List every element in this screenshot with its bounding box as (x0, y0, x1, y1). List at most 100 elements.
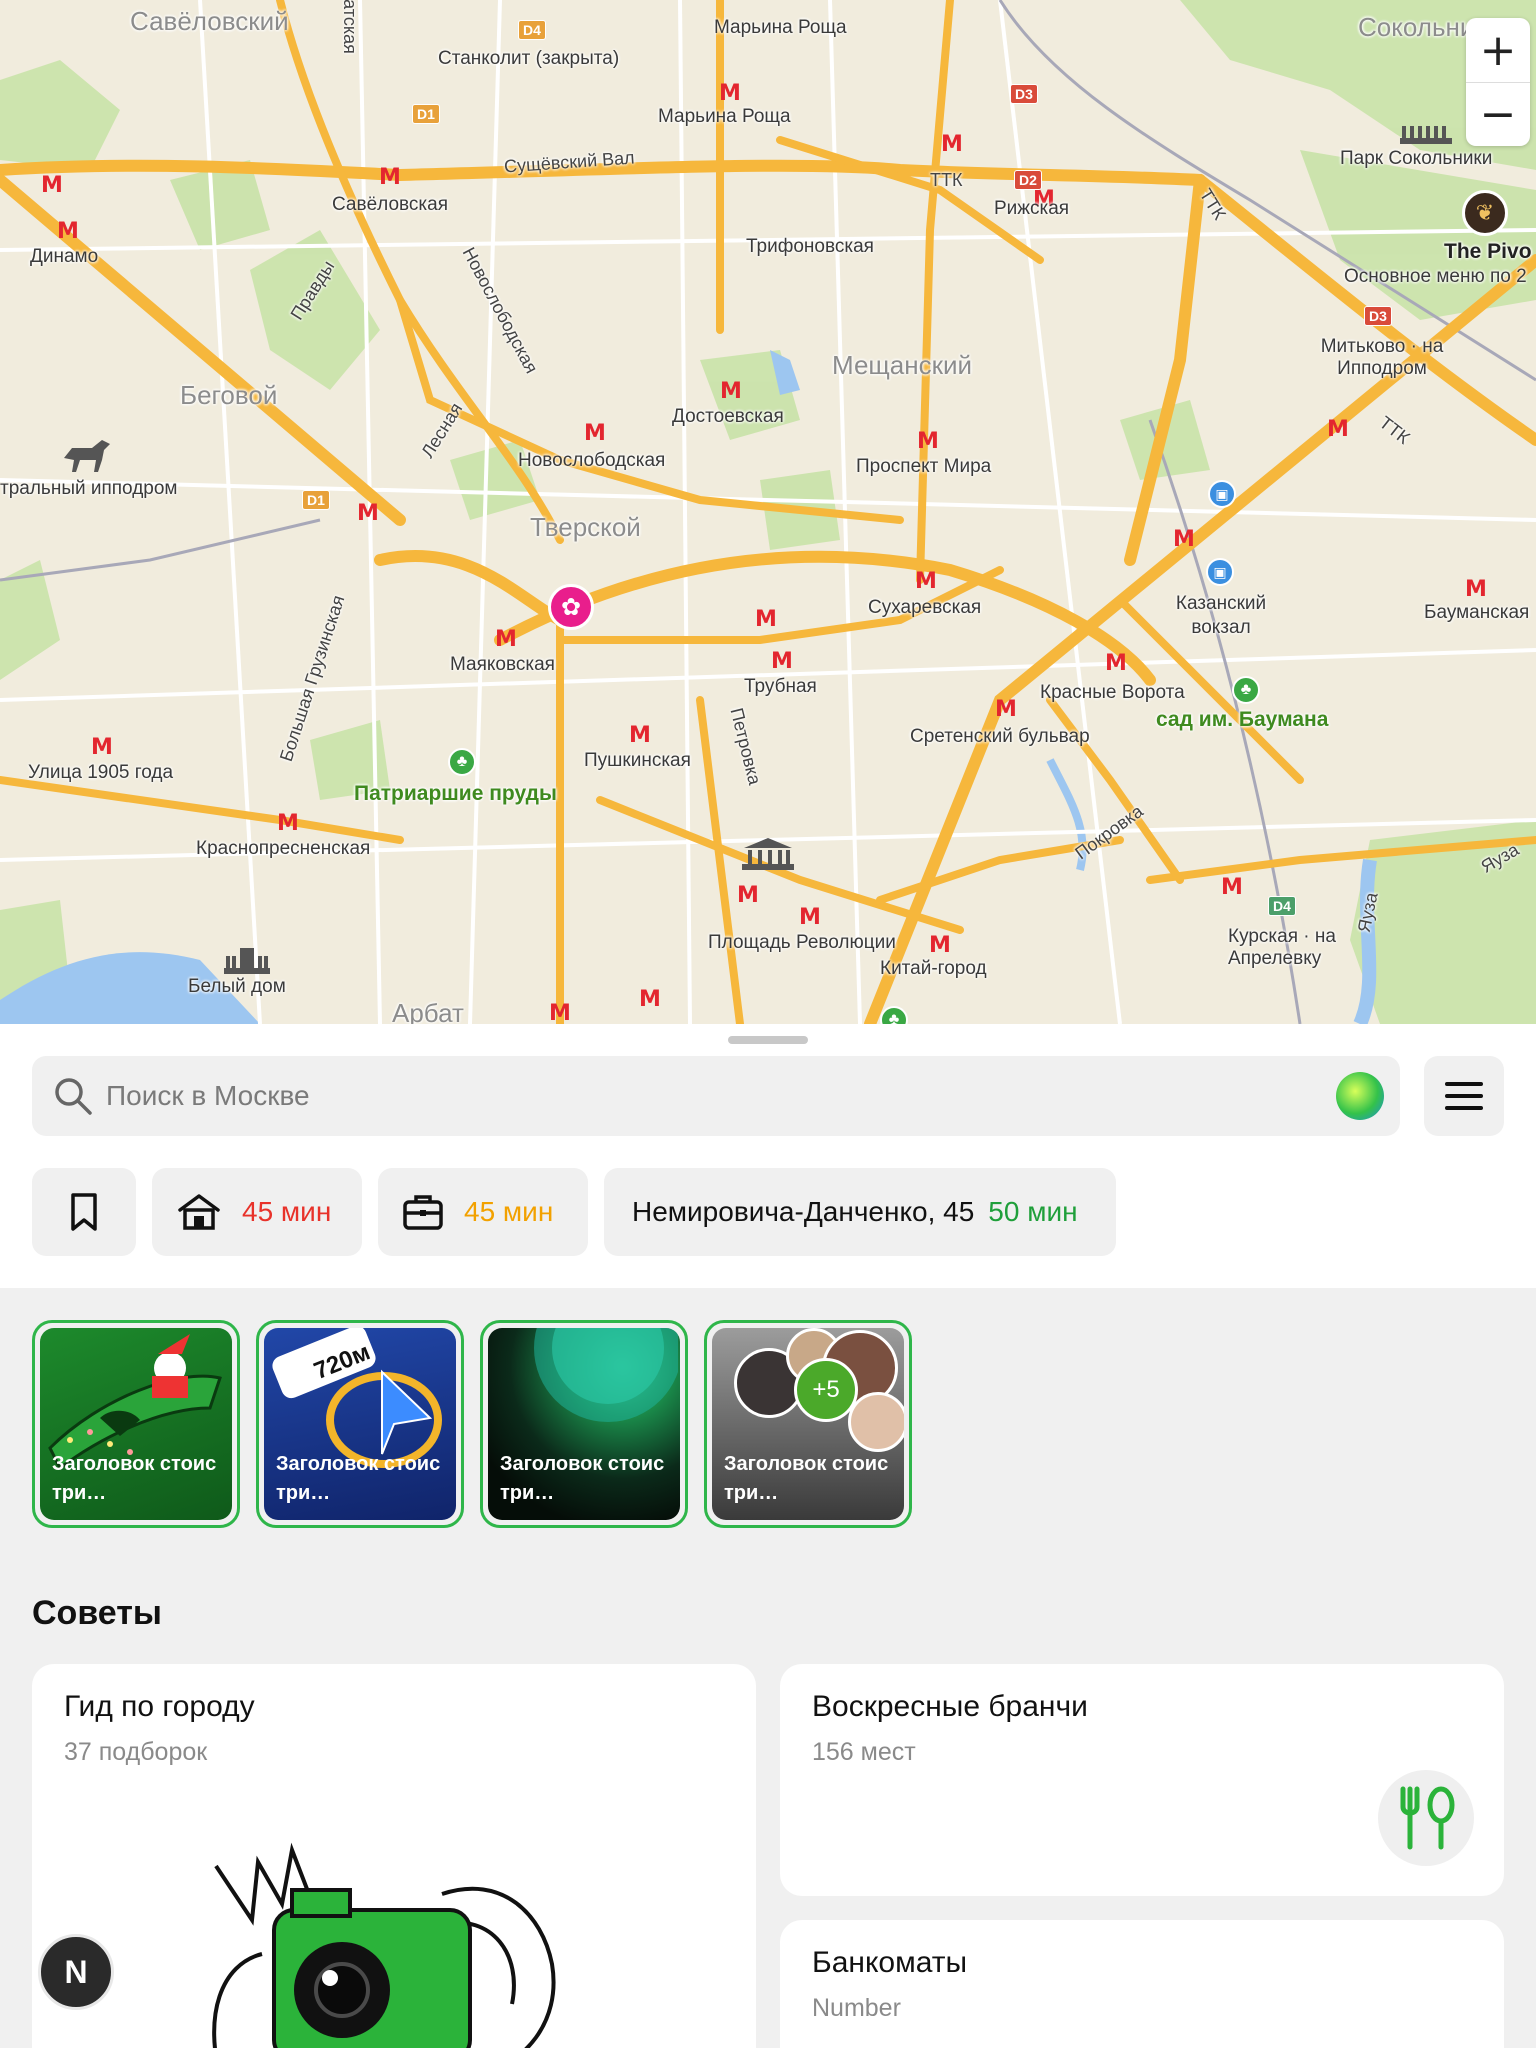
tram-stop-icon[interactable]: ▣ (1208, 480, 1236, 508)
park-label[interactable]: сад им. Баумана (1156, 708, 1328, 732)
atm-card[interactable]: Банкоматы Number (780, 1920, 1504, 2048)
metro-station-label[interactable]: Пушкинская (584, 750, 691, 772)
road-shield: D3 (1364, 306, 1392, 326)
city-guide-card[interactable]: Гид по городу 37 подборок (32, 1664, 756, 2048)
place-label[interactable]: Станколит (закрыта) (438, 48, 619, 70)
metro-icon[interactable]: M (1104, 653, 1128, 675)
metro-station-label[interactable]: Трубная (744, 676, 817, 698)
place-label[interactable]: Белый дом (188, 976, 286, 998)
work-route-chip[interactable]: 45 мин (378, 1168, 588, 1256)
metro-station-label[interactable]: Марьина Роща (658, 106, 791, 128)
tram-stop-icon[interactable]: ▣ (1206, 558, 1234, 586)
metro-station-label[interactable]: Новослободская (518, 450, 665, 472)
metro-station-label[interactable]: Маяковская (450, 654, 555, 676)
metro-station-label[interactable]: Марьина Роща (714, 17, 847, 39)
home-route-chip[interactable]: 45 мин (152, 1168, 362, 1256)
poi-subtitle[interactable]: Основное меню по 2 (1344, 266, 1527, 288)
metro-icon[interactable]: M (916, 431, 940, 453)
metro-icon[interactable]: M (40, 175, 64, 197)
metro-icon[interactable]: M (378, 167, 402, 189)
voice-assistant-icon[interactable] (1336, 1072, 1384, 1120)
metro-station-label[interactable]: Китай-город (880, 958, 987, 980)
metro-icon[interactable]: M (718, 83, 742, 105)
search-icon (55, 1078, 92, 1115)
story-card[interactable]: 720м Заголовок стоис три… (256, 1320, 464, 1528)
story-caption: Заголовок стоис три… (52, 1453, 217, 1504)
metro-icon[interactable]: M (770, 651, 794, 673)
saved-address-time: 50 мин (988, 1196, 1078, 1227)
zoom-in-button[interactable]: + (1466, 18, 1530, 82)
metro-station-label[interactable]: Трифоновская (746, 236, 874, 258)
metro-station-label[interactable]: Сретенский бульвар (910, 726, 1090, 748)
map[interactable]: Савёловский Беговой Тверской Мещанский А… (0, 0, 1536, 1024)
quick-routes: 45 мин 45 мин Немировича-Данченко, 45 50… (32, 1168, 1116, 1256)
metro-icon[interactable]: M (548, 1003, 572, 1025)
metro-station-label[interactable]: Динамо (30, 246, 98, 268)
metro-station-label[interactable]: Сухаревская (868, 597, 981, 619)
sheet-grabber-handle[interactable] (728, 1036, 808, 1044)
metro-station-label[interactable]: Митьково · на Ипподром (1312, 336, 1452, 380)
metro-icon[interactable]: M (754, 609, 778, 631)
park-icon[interactable]: ♣ (448, 748, 476, 776)
metro-station-label[interactable]: Курская · на Апрелевку (1228, 926, 1338, 970)
story-card[interactable]: +5 Заголовок стоис три… (704, 1320, 912, 1528)
bookmarks-chip[interactable] (32, 1168, 136, 1256)
menu-button[interactable] (1424, 1056, 1504, 1136)
saved-address-chip[interactable]: Немировича-Данченко, 45 50 мин (604, 1168, 1116, 1256)
road-shield: D3 (1010, 84, 1038, 104)
metro-icon[interactable]: M (583, 423, 607, 445)
metro-icon[interactable]: M (356, 503, 380, 525)
metro-station-label[interactable]: Рижская (994, 198, 1069, 220)
metro-icon[interactable]: M (940, 134, 964, 156)
metro-icon[interactable]: M (1326, 419, 1350, 441)
metro-icon[interactable]: M (276, 813, 300, 835)
metro-station-label[interactable]: Красные Ворота (1040, 682, 1185, 704)
road-shield: D4 (1268, 896, 1296, 916)
metro-icon[interactable]: M (56, 221, 80, 243)
metro-station-label[interactable]: Бауманская (1424, 602, 1529, 624)
metro-icon[interactable]: M (994, 699, 1018, 721)
metro-station-label[interactable]: Казанский вокзал (1166, 592, 1276, 640)
metro-station-label[interactable]: Краснопресненская (196, 838, 370, 860)
work-route-time: 45 мин (464, 1196, 554, 1227)
card-subtitle: Number (812, 1994, 901, 2022)
floating-app-badge[interactable]: N (38, 1934, 114, 2010)
park-label[interactable]: Патриаршие пруды (354, 782, 557, 806)
metro-station-label[interactable]: Савёловская (332, 194, 448, 216)
selected-place-pin-icon[interactable]: ✿ (548, 584, 594, 630)
metro-icon[interactable]: M (628, 725, 652, 747)
metro-icon[interactable]: M (914, 571, 938, 593)
metro-icon[interactable]: M (638, 989, 662, 1011)
zoom-out-button[interactable]: − (1466, 82, 1530, 146)
card-title: Воскресные бранчи (812, 1690, 1088, 1723)
road-shield: D2 (1014, 170, 1042, 190)
poi-name[interactable]: The Pivo (1444, 240, 1532, 264)
metro-icon[interactable]: M (494, 629, 518, 651)
street-label: ТТК (930, 170, 963, 190)
story-card[interactable]: Заголовок стоис три… (480, 1320, 688, 1528)
search-bar[interactable]: Поиск в Москве (32, 1056, 1400, 1136)
story-card[interactable]: Заголовок стоис три… (32, 1320, 240, 1528)
sheet-header: Поиск в Москве 45 мин 45 мин Немировича-… (0, 1024, 1536, 1288)
metro-icon[interactable]: M (90, 737, 114, 759)
app-root: Савёловский Беговой Тверской Мещанский А… (0, 0, 1536, 2048)
metro-icon[interactable]: M (798, 907, 822, 929)
metro-icon[interactable]: M (1220, 877, 1244, 899)
metro-station-label[interactable]: Проспект Мира (856, 456, 991, 478)
place-label[interactable]: Парк Сокольники (1340, 148, 1492, 170)
metro-icon[interactable]: M (736, 885, 760, 907)
beer-poi-icon[interactable]: ❦ (1462, 190, 1508, 236)
brunch-card[interactable]: Воскресные бранчи 156 мест (780, 1664, 1504, 1896)
metro-station-label[interactable]: Улица 1905 года (28, 762, 173, 784)
street-label: атская (339, 0, 360, 54)
metro-icon[interactable]: M (1172, 529, 1196, 551)
metro-station-label[interactable]: Достоевская (672, 406, 784, 428)
sokolniki-park-icon (1400, 126, 1452, 144)
search-input[interactable]: Поиск в Москве (106, 1080, 310, 1112)
metro-station-label[interactable]: Площадь Революции (708, 932, 896, 954)
metro-icon[interactable]: M (928, 935, 952, 957)
park-icon[interactable]: ♣ (1232, 676, 1260, 704)
metro-icon[interactable]: M (1464, 579, 1488, 601)
place-label[interactable]: тральный ипподром (0, 478, 178, 500)
metro-icon[interactable]: M (719, 381, 743, 403)
